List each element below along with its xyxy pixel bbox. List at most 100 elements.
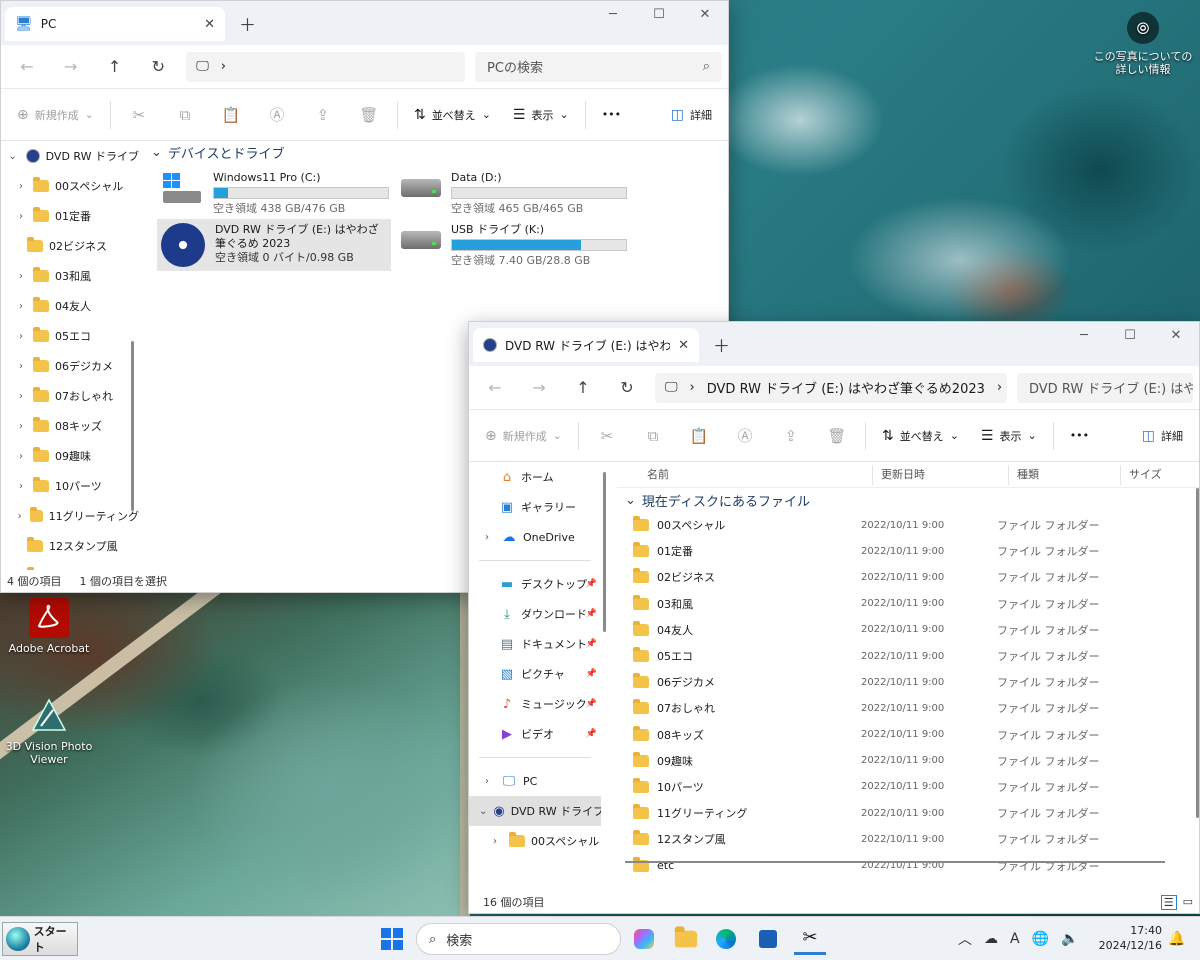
file-row[interactable]: 00スペシャル 2022/10/11 9:00 ファイル フォルダー xyxy=(617,512,1199,538)
chevron-right-icon[interactable]: › xyxy=(5,271,27,282)
nav-item-gallery[interactable]: ▣ ギャラリー xyxy=(469,492,601,522)
tab-pc[interactable]: 🖥 PC ✕ xyxy=(5,7,225,41)
chevron-down-icon[interactable]: ⌄ xyxy=(479,806,487,817)
title-bar[interactable]: DVD RW ドライブ (E:) はやわざ筆· ✕ ＋ ─ ☐ ✕ xyxy=(469,322,1199,366)
nav-item-folder[interactable]: › 07おしゃれ xyxy=(1,381,139,411)
forward-icon[interactable]: → xyxy=(51,57,91,76)
chevron-right-icon[interactable]: › xyxy=(5,361,27,372)
chevron-down-icon[interactable]: ⌄ xyxy=(5,151,20,162)
close-icon[interactable]: ✕ xyxy=(682,1,728,31)
back-icon[interactable]: ← xyxy=(7,57,47,76)
column-name[interactable]: 名前 xyxy=(617,464,873,485)
navigation-pane[interactable]: ⌄ DVD RW ドライブ › 00スペシャル › 01定番 02ビジネス › 03和風 › 0… xyxy=(1,141,139,571)
rename-icon[interactable]: Ⓐ xyxy=(723,425,767,446)
notification-bell-icon[interactable]: 🔔 xyxy=(1168,917,1185,960)
paste-icon[interactable]: 📋 xyxy=(209,106,253,124)
chevron-right-icon[interactable]: › xyxy=(5,301,27,312)
breadcrumb-chevron-icon[interactable]: › xyxy=(997,380,1002,395)
cut-icon[interactable]: ✂ xyxy=(585,427,629,445)
nav-item-pc[interactable]: › 🖵 PC xyxy=(469,766,601,796)
chevron-down-icon[interactable]: ⌄ xyxy=(625,493,636,508)
chevron-up-icon[interactable]: ︿ xyxy=(958,929,972,949)
store-icon[interactable] xyxy=(752,923,784,955)
chevron-right-icon[interactable]: › xyxy=(479,776,495,787)
minimize-icon[interactable]: ─ xyxy=(1061,322,1107,352)
drive-d[interactable]: Data (D:) 空き領域 465 GB/465 GB xyxy=(397,167,631,220)
chevron-right-icon[interactable]: › xyxy=(5,481,27,492)
windows-start-icon[interactable] xyxy=(376,923,408,955)
tiles-view-icon[interactable]: ▭ xyxy=(1183,895,1193,910)
chevron-right-icon[interactable]: › xyxy=(5,421,27,432)
taskbar-search-input[interactable]: ⌕ 検索 xyxy=(416,923,621,955)
nav-scrollbar[interactable] xyxy=(603,472,606,632)
nav-item-music[interactable]: ♪ ミュージック 📌 xyxy=(469,689,601,719)
nav-item-folder[interactable]: › 05エコ xyxy=(1,321,139,351)
chevron-right-icon[interactable]: › xyxy=(487,836,503,847)
group-header-devices[interactable]: ⌄ デバイスとドライブ xyxy=(151,143,285,162)
close-tab-icon[interactable]: ✕ xyxy=(678,338,689,353)
desktop-icon-3dvision[interactable]: 3D Vision Photo Viewer xyxy=(4,696,94,766)
details-view-icon[interactable]: ☰ xyxy=(1160,894,1177,910)
chevron-right-icon[interactable]: › xyxy=(5,391,27,402)
share-icon[interactable]: ⇪ xyxy=(301,106,345,124)
drive-c[interactable]: Windows11 Pro (C:) 空き領域 438 GB/476 GB xyxy=(157,167,393,220)
file-row[interactable]: 07おしゃれ 2022/10/11 9:00 ファイル フォルダー xyxy=(617,695,1199,721)
maximize-icon[interactable]: ☐ xyxy=(1107,322,1153,352)
vertical-scrollbar[interactable] xyxy=(1196,488,1199,818)
address-bar[interactable]: 🖵 › xyxy=(186,51,466,82)
refresh-icon[interactable]: ↻ xyxy=(607,378,647,397)
chevron-right-icon[interactable]: › xyxy=(5,331,27,342)
copy-icon[interactable]: ⧉ xyxy=(163,106,207,124)
column-size[interactable]: サイズ xyxy=(1121,465,1191,485)
delete-icon[interactable]: 🗑 xyxy=(815,427,859,445)
nav-item-video[interactable]: ▶ ビデオ 📌 xyxy=(469,719,601,749)
file-explorer-icon[interactable] xyxy=(670,923,702,955)
new-button[interactable]: ⊕ 新規作成 ⌄ xyxy=(7,99,104,131)
chevron-right-icon[interactable]: › xyxy=(479,532,495,543)
search-input[interactable]: PCの検索 ⌕ xyxy=(475,51,722,82)
address-item[interactable]: DVD RW ドライブ (E:) はやわざ筆ぐるめ2023 xyxy=(707,378,985,397)
new-tab-icon[interactable]: ＋ xyxy=(239,11,256,36)
nav-item-folder[interactable]: › 10パーツ xyxy=(1,471,139,501)
ime-icon[interactable]: A xyxy=(1010,931,1020,947)
nav-item-dvd-drive[interactable]: ⌄ DVD RW ドライブ xyxy=(1,141,139,171)
share-icon[interactable]: ⇪ xyxy=(769,427,813,445)
snipping-tool-icon[interactable]: ✂ xyxy=(794,923,826,955)
group-header-current-files[interactable]: ⌄ 現在ディスクにあるファイル xyxy=(617,488,1199,512)
network-icon[interactable]: 🌐 xyxy=(1032,931,1049,947)
file-row[interactable]: 04友人 2022/10/11 9:00 ファイル フォルダー xyxy=(617,617,1199,643)
nav-item-folder[interactable]: › 08キッズ xyxy=(1,411,139,441)
up-icon[interactable]: ↑ xyxy=(95,57,135,76)
close-tab-icon[interactable]: ✕ xyxy=(204,17,215,32)
chevron-right-icon[interactable]: › xyxy=(5,181,27,192)
file-row[interactable]: etc 2022/10/11 9:00 ファイル フォルダー xyxy=(617,852,1199,878)
rename-icon[interactable]: Ⓐ xyxy=(255,104,299,125)
horizontal-scrollbar[interactable] xyxy=(625,861,1165,863)
clock[interactable]: 17:40 2024/12/16 xyxy=(1098,923,1162,953)
file-row[interactable]: 11グリーティング 2022/10/11 9:00 ファイル フォルダー xyxy=(617,800,1199,826)
tab-dvd[interactable]: DVD RW ドライブ (E:) はやわざ筆· ✕ xyxy=(473,328,699,362)
refresh-icon[interactable]: ↻ xyxy=(138,57,178,76)
drive-e[interactable]: DVD RW ドライブ (E:) はやわざ筆ぐるめ 2023 空き領域 0 バイ… xyxy=(157,219,391,271)
file-row[interactable]: 01定番 2022/10/11 9:00 ファイル フォルダー xyxy=(617,538,1199,564)
copy-icon[interactable]: ⧉ xyxy=(631,427,675,445)
nav-item-folder[interactable]: › 09趣味 xyxy=(1,441,139,471)
maximize-icon[interactable]: ☐ xyxy=(636,1,682,31)
forward-icon[interactable]: → xyxy=(519,378,559,397)
drive-k[interactable]: USB ドライブ (K:) 空き領域 7.40 GB/28.8 GB xyxy=(397,219,631,272)
back-icon[interactable]: ← xyxy=(475,378,515,397)
nav-item-folder[interactable]: › 04友人 xyxy=(1,291,139,321)
nav-item-download[interactable]: ⤓ ダウンロード 📌 xyxy=(469,599,601,629)
details-button[interactable]: ◫ 詳細 xyxy=(661,99,722,131)
new-tab-icon[interactable]: ＋ xyxy=(713,332,730,357)
column-date[interactable]: 更新日時 xyxy=(873,464,1009,485)
nav-item-document[interactable]: ▤ ドキュメント 📌 xyxy=(469,629,601,659)
desktop-icon-acrobat[interactable]: Adobe Acrobat xyxy=(4,598,94,655)
chevron-right-icon[interactable]: › xyxy=(5,511,24,522)
sort-button[interactable]: ⇅ 並べ替え ⌄ xyxy=(872,420,969,452)
file-row[interactable]: 08キッズ 2022/10/11 9:00 ファイル フォルダー xyxy=(617,722,1199,748)
copilot-icon[interactable] xyxy=(628,923,660,955)
minimize-icon[interactable]: ─ xyxy=(590,1,636,31)
navigation-pane[interactable]: ⌂ ホーム ▣ ギャラリー › ☁ OneDrive ▬ デスクトップ 📌 ⤓ ダウンロード 📌 ▤ ドキュ… xyxy=(469,462,601,893)
nav-item-dvd[interactable]: ⌄ ◉ DVD RW ドライブ xyxy=(469,796,601,826)
